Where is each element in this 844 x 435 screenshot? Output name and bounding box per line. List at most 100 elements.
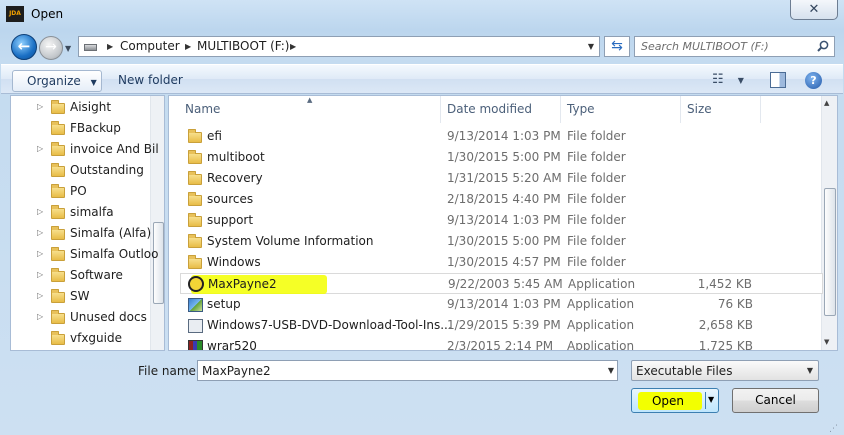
file-row[interactable]: sources 2/18/2015 4:40 PM File folder — [180, 189, 823, 210]
breadcrumb-drive[interactable]: MULTIBOOT (F:) — [197, 39, 289, 53]
scroll-up-icon[interactable]: ▲ — [824, 99, 829, 107]
file-row[interactable]: Windows 1/30/2015 4:57 PM File folder — [180, 252, 823, 273]
file-name: MaxPayne2 — [208, 277, 277, 291]
file-row[interactable]: support 9/13/2014 1:03 PM File folder — [180, 210, 823, 231]
address-history-dropdown[interactable]: ▼ — [583, 36, 600, 57]
nav-item-label: PO — [70, 184, 87, 198]
installer-app-icon — [188, 319, 203, 333]
file-type: File folder — [567, 234, 626, 248]
expand-arrow-icon[interactable]: ▷ — [37, 312, 43, 321]
breadcrumb-computer[interactable]: Computer — [120, 39, 180, 53]
scroll-down-icon[interactable]: ▼ — [824, 338, 829, 346]
nav-item[interactable]: ▷ SW — [11, 286, 151, 307]
nav-item-label: Aisight — [70, 100, 112, 114]
nav-item[interactable]: vfxguide — [11, 328, 151, 349]
cancel-button[interactable]: Cancel — [732, 388, 819, 413]
file-list-scrollbar-thumb[interactable] — [824, 188, 836, 316]
file-row[interactable]: Windows7-USB-DVD-Download-Tool-Ins... 1/2… — [180, 315, 823, 336]
file-row[interactable]: wrar520 2/3/2015 2:14 PM Application 1,725 … — [180, 336, 823, 351]
address-bar[interactable]: ▶ Computer ▶ MULTIBOOT (F:) ▶ — [78, 36, 598, 57]
file-list-scrollbar[interactable]: ▲ ▼ — [821, 96, 837, 350]
back-button[interactable]: ← — [11, 34, 37, 60]
nav-item-label: Outstanding — [70, 163, 144, 177]
close-button[interactable]: ✕ — [790, 0, 838, 20]
column-header-size[interactable]: Size — [681, 96, 761, 123]
file-date: 1/30/2015 5:00 PM — [447, 150, 561, 164]
expand-arrow-icon[interactable]: ▷ — [37, 207, 43, 216]
folder-icon — [51, 184, 65, 198]
breadcrumb-separator-icon[interactable]: ▶ — [185, 42, 191, 51]
search-input[interactable] — [641, 39, 811, 54]
file-type-value: Executable Files — [636, 364, 733, 378]
expand-arrow-icon[interactable]: ▷ — [37, 228, 43, 237]
column-header-type[interactable]: Type — [561, 96, 681, 123]
nav-item[interactable]: FBackup — [11, 118, 151, 139]
file-row[interactable]: System Volume Information 1/30/2015 5:00 … — [180, 231, 823, 252]
nav-item[interactable]: ▷ Aisight — [11, 97, 151, 118]
expand-arrow-icon[interactable]: ▷ — [37, 249, 43, 258]
nav-item[interactable]: PO — [11, 181, 151, 202]
forward-button[interactable]: → — [39, 36, 63, 60]
folder-icon — [188, 171, 202, 185]
file-name: support — [207, 213, 254, 227]
file-date: 9/22/2003 5:45 AM — [448, 277, 563, 291]
maxpayne-app-icon — [188, 276, 204, 292]
file-row[interactable]: efi 9/13/2014 1:03 PM File folder — [180, 126, 823, 147]
file-row[interactable]: multiboot 1/30/2015 5:00 PM File folder — [180, 147, 823, 168]
nav-item[interactable]: ▷ Unused docs — [11, 307, 151, 328]
file-type: File folder — [567, 255, 626, 269]
nav-item[interactable]: ▷ invoice And Bil — [11, 139, 159, 160]
preview-pane-button[interactable] — [770, 72, 786, 88]
search-icon[interactable] — [817, 40, 829, 52]
file-row[interactable]: Recovery 1/31/2015 5:20 AM File folder — [180, 168, 823, 189]
column-header-date[interactable]: Date modified — [441, 96, 561, 123]
open-options-dropdown[interactable]: ▼ — [708, 395, 714, 404]
organize-button[interactable]: Organize ▼ — [12, 70, 102, 92]
nav-item[interactable]: ▷ Software — [11, 265, 151, 286]
file-size: 1,725 KB — [698, 339, 753, 351]
file-row[interactable]: setup 9/13/2014 1:03 PM Application 76 KB — [180, 294, 823, 315]
refresh-button[interactable]: ⇆ — [604, 36, 630, 57]
change-view-button[interactable]: ☷ ▼ — [712, 72, 752, 89]
new-folder-button[interactable]: New folder — [118, 73, 183, 87]
nav-item[interactable]: ▷ Simalfa Outloo — [11, 244, 159, 265]
nav-item[interactable]: ▷ Simalfa (Alfa) — [11, 223, 151, 244]
expand-arrow-icon[interactable]: ▷ — [37, 144, 43, 153]
file-name-combobox[interactable]: ▼ — [197, 360, 618, 381]
file-name-input[interactable] — [202, 363, 592, 378]
breadcrumb-separator-icon[interactable]: ▶ — [107, 42, 113, 51]
expand-arrow-icon[interactable]: ▷ — [37, 270, 43, 279]
search-box[interactable] — [634, 36, 835, 57]
file-date: 1/30/2015 5:00 PM — [447, 234, 561, 248]
back-arrow-icon: ← — [17, 37, 31, 55]
nav-item[interactable]: Outstanding — [11, 160, 151, 181]
folder-icon — [188, 213, 202, 227]
help-icon[interactable]: ? — [805, 72, 822, 89]
nav-scrollbar[interactable] — [150, 96, 164, 350]
file-type: File folder — [567, 192, 626, 206]
resize-grip-icon[interactable]: ⋰ — [829, 424, 838, 434]
chevron-down-icon[interactable]: ▼ — [608, 366, 614, 375]
expand-arrow-icon[interactable]: ▷ — [37, 291, 43, 300]
folder-icon — [51, 331, 65, 345]
navigation-pane[interactable]: ▷ Aisight FBackup ▷ invoice And Bil Outstandi… — [10, 95, 165, 351]
command-bar: Organize ▼ New folder ☷ ▼ ? — [1, 64, 843, 94]
folder-icon — [51, 310, 65, 324]
recent-locations-dropdown[interactable]: ▼ — [65, 44, 71, 53]
nav-scrollbar-thumb[interactable] — [153, 222, 164, 304]
nav-item-label: Unused docs — [70, 310, 147, 324]
file-size: 76 KB — [717, 297, 753, 311]
file-list[interactable]: Name ▲ Date modified Type Size ▲ ▼ efi 9/… — [168, 95, 838, 351]
file-row[interactable]: MaxPayne2 9/22/2003 5:45 AM Application 1,4… — [180, 273, 823, 294]
folder-icon — [188, 150, 202, 164]
folder-icon — [51, 100, 65, 114]
file-type-filter[interactable]: Executable Files ▼ — [631, 360, 819, 381]
expand-arrow-icon[interactable]: ▷ — [37, 102, 43, 111]
nav-item-label: Software — [70, 268, 123, 282]
breadcrumb-separator-icon[interactable]: ▶ — [290, 42, 296, 51]
nav-item[interactable]: ▷ simalfa — [11, 202, 151, 223]
file-date: 9/13/2014 1:03 PM — [447, 213, 561, 227]
chevron-down-icon: ▼ — [90, 78, 97, 87]
open-button[interactable]: Open ▼ — [631, 388, 719, 413]
nav-item-label: Simalfa Outloo — [70, 247, 159, 261]
